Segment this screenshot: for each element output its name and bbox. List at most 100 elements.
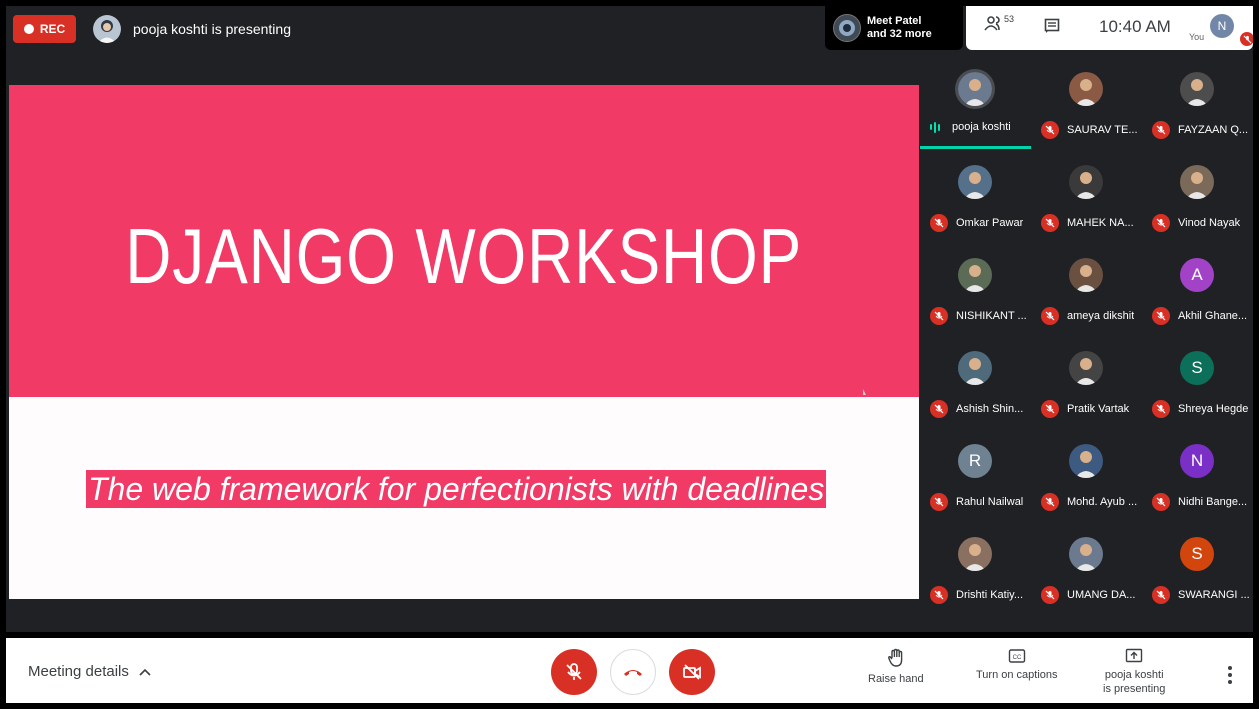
- clock-time: 10:40 AM: [1099, 17, 1171, 36]
- mic-off-icon: [1152, 307, 1170, 325]
- speaking-indicator-icon: [930, 121, 944, 133]
- participant-label: Mohd. Ayub ...: [1031, 493, 1142, 511]
- participant-label: Nidhi Bange...: [1142, 493, 1253, 511]
- participant-tile[interactable]: UMANG DA...: [1031, 526, 1142, 619]
- mic-toggle-button[interactable]: [551, 649, 597, 695]
- present-label: pooja koshti is presenting: [1103, 668, 1165, 696]
- participant-tile[interactable]: NISHIKANT ...: [920, 247, 1031, 340]
- participant-name: Rahul Nailwal: [956, 496, 1024, 508]
- captions-button[interactable]: CC Turn on captions: [976, 648, 1058, 682]
- participant-name: Akhil Ghane...: [1178, 310, 1248, 322]
- participant-tile[interactable]: pooja koshti: [920, 61, 1031, 154]
- mic-off-icon: [1152, 214, 1170, 232]
- meeting-stage: REC pooja koshti is presenting Meet Pate…: [6, 6, 1253, 632]
- participant-tile[interactable]: MAHEK NA...: [1031, 154, 1142, 247]
- participant-name: Vinod Nayak: [1178, 217, 1241, 229]
- meet-patel-avatar: [833, 14, 861, 42]
- participant-name: Drishti Katiy...: [956, 589, 1024, 601]
- mic-off-icon: [1152, 493, 1170, 511]
- participant-tile[interactable]: ameya dikshit: [1031, 247, 1142, 340]
- participants-preview[interactable]: Meet Patel and 32 more: [825, 6, 963, 50]
- present-label-line2: is presenting: [1103, 683, 1166, 695]
- participant-avatar: A: [1180, 258, 1214, 292]
- participant-avatar: [1069, 537, 1103, 571]
- present-button[interactable]: pooja koshti is presenting: [1103, 648, 1165, 696]
- present-screen-icon: [1125, 648, 1143, 663]
- participant-avatar: [958, 72, 992, 106]
- participant-tile[interactable]: Pratik Vartak: [1031, 340, 1142, 433]
- participant-name: Shreya Hegde: [1178, 403, 1249, 415]
- meeting-details-button[interactable]: Meeting details: [28, 663, 151, 680]
- participant-name: SAURAV TE...: [1067, 124, 1138, 136]
- participant-avatar: [1180, 72, 1214, 106]
- people-count: 53: [1004, 14, 1015, 24]
- participant-label: UMANG DA...: [1031, 586, 1142, 604]
- participant-name: MAHEK NA...: [1067, 217, 1134, 229]
- hang-up-icon: [624, 670, 642, 676]
- participant-tile[interactable]: S Shreya Hegde: [1142, 340, 1253, 433]
- participant-tile[interactable]: Vinod Nayak: [1142, 154, 1253, 247]
- slide-tagline: The web framework for perfectionists wit…: [86, 470, 827, 508]
- participant-grid: pooja koshti SAURAV TE... FAYZAAN Q... Omka…: [920, 61, 1253, 627]
- presenter-avatar: [93, 15, 121, 43]
- you-label: You: [1189, 32, 1205, 42]
- participant-label: Rahul Nailwal: [920, 493, 1031, 511]
- leave-call-button[interactable]: [610, 649, 656, 695]
- participant-name: NISHIKANT ...: [956, 310, 1027, 322]
- raise-hand-label: Raise hand: [868, 673, 924, 685]
- raise-hand-button[interactable]: Raise hand: [868, 648, 924, 686]
- mic-off-icon: [1041, 214, 1059, 232]
- participant-avatar: S: [1180, 351, 1214, 385]
- active-speaker-bar: [920, 146, 1031, 149]
- participant-label: Vinod Nayak: [1142, 214, 1253, 232]
- chevron-up-icon: [139, 668, 151, 676]
- mic-off-icon: [566, 663, 582, 680]
- mic-off-icon: [1152, 121, 1170, 139]
- participant-label: SAURAV TE...: [1031, 121, 1142, 139]
- mic-off-icon: [1152, 400, 1170, 418]
- captions-label: Turn on captions: [976, 669, 1058, 681]
- camera-off-icon: [683, 664, 701, 680]
- participant-avatar: [1180, 165, 1214, 199]
- participant-tile[interactable]: Ashish Shin...: [920, 340, 1031, 433]
- participant-avatar: [958, 537, 992, 571]
- mic-off-icon: [1152, 586, 1170, 604]
- mic-off-icon: [1041, 400, 1059, 418]
- participant-avatar: [1069, 165, 1103, 199]
- participants-preview-text: Meet Patel and 32 more: [867, 15, 932, 41]
- participant-avatar: [1069, 351, 1103, 385]
- slide-body: The web framework for perfectionists wit…: [9, 397, 919, 599]
- participant-name: pooja koshti: [952, 121, 1011, 133]
- participant-tile[interactable]: S SWARANGI ...: [1142, 526, 1253, 619]
- mic-off-icon: [930, 214, 948, 232]
- participant-name: Ashish Shin...: [956, 403, 1024, 415]
- participant-label: Omkar Pawar: [920, 214, 1031, 232]
- participant-avatar: [1069, 72, 1103, 106]
- participant-tile[interactable]: N Nidhi Bange...: [1142, 433, 1253, 526]
- mic-off-icon: [930, 400, 948, 418]
- meeting-details-label: Meeting details: [28, 663, 129, 680]
- participant-tile[interactable]: Drishti Katiy...: [920, 526, 1031, 619]
- people-icon[interactable]: [984, 15, 1004, 36]
- camera-toggle-button[interactable]: [669, 649, 715, 695]
- participant-avatar: N: [1180, 444, 1214, 478]
- participant-tile[interactable]: A Akhil Ghane...: [1142, 247, 1253, 340]
- participant-tile[interactable]: Mohd. Ayub ...: [1031, 433, 1142, 526]
- chat-icon[interactable]: [1044, 18, 1060, 39]
- more-options-icon[interactable]: [1228, 666, 1232, 684]
- mouse-cursor-icon: [863, 389, 866, 395]
- self-avatar: N: [1210, 14, 1234, 38]
- slide-title: DJANGO WORKSHOP: [125, 211, 803, 300]
- participant-tile[interactable]: SAURAV TE...: [1031, 61, 1142, 154]
- mic-off-icon: [930, 307, 948, 325]
- participant-label: MAHEK NA...: [1031, 214, 1142, 232]
- participant-tile[interactable]: Omkar Pawar: [920, 154, 1031, 247]
- participant-avatar: S: [1180, 537, 1214, 571]
- captions-icon: CC: [1008, 649, 1025, 663]
- mic-off-icon: [930, 586, 948, 604]
- participant-label: Pratik Vartak: [1031, 400, 1142, 418]
- participant-tile[interactable]: R Rahul Nailwal: [920, 433, 1031, 526]
- participant-avatar: [1069, 258, 1103, 292]
- participant-tile[interactable]: FAYZAAN Q...: [1142, 61, 1253, 154]
- top-bar: REC pooja koshti is presenting Meet Pate…: [6, 6, 1253, 52]
